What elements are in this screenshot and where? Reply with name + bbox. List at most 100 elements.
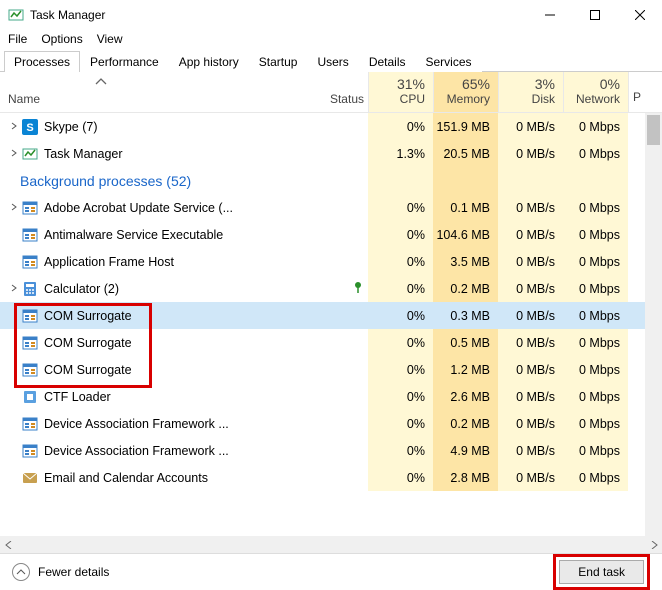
group-header: Background processes (52) bbox=[0, 167, 645, 194]
column-header-p[interactable]: P bbox=[628, 72, 645, 112]
generic-icon bbox=[22, 443, 38, 459]
expand-chevron-icon[interactable] bbox=[6, 282, 22, 296]
leaf-status-icon bbox=[352, 281, 364, 296]
tab-details[interactable]: Details bbox=[359, 51, 416, 72]
fewer-details-label: Fewer details bbox=[38, 565, 109, 579]
taskmgr-icon bbox=[22, 146, 38, 162]
metric-disk: 0 MB/s bbox=[498, 329, 563, 356]
hscroll-left-arrow[interactable] bbox=[0, 536, 17, 553]
process-name: COM Surrogate bbox=[44, 363, 132, 377]
process-list: SSkype (7)0%151.9 MB0 MB/s0 MbpsTask Man… bbox=[0, 113, 662, 543]
process-row[interactable]: SSkype (7)0%151.9 MB0 MB/s0 Mbps bbox=[0, 113, 645, 140]
menu-options[interactable]: Options bbox=[41, 32, 82, 46]
process-row[interactable]: COM Surrogate0%1.2 MB0 MB/s0 Mbps bbox=[0, 356, 645, 383]
minimize-button[interactable] bbox=[527, 0, 572, 30]
disk-label: Disk bbox=[503, 92, 555, 106]
metric-cpu: 0% bbox=[368, 248, 433, 275]
fewer-details-toggle[interactable]: Fewer details bbox=[12, 563, 109, 581]
metric-disk: 0 MB/s bbox=[498, 383, 563, 410]
tab-app-history[interactable]: App history bbox=[169, 51, 249, 72]
ctf-icon bbox=[22, 389, 38, 405]
menubar: File Options View bbox=[0, 30, 662, 50]
generic-icon bbox=[22, 200, 38, 216]
process-row[interactable]: CTF Loader0%2.6 MB0 MB/s0 Mbps bbox=[0, 383, 645, 410]
tab-processes[interactable]: Processes bbox=[4, 51, 80, 72]
tab-startup[interactable]: Startup bbox=[249, 51, 308, 72]
process-row[interactable]: Antimalware Service Executable0%104.6 MB… bbox=[0, 221, 645, 248]
column-header-status-label: Status bbox=[330, 92, 364, 106]
process-name: Calculator (2) bbox=[44, 282, 119, 296]
horizontal-scrollbar[interactable] bbox=[0, 536, 662, 553]
process-name: Device Association Framework ... bbox=[44, 444, 229, 458]
menu-view[interactable]: View bbox=[97, 32, 123, 46]
expand-chevron-icon[interactable] bbox=[6, 201, 22, 215]
menu-file[interactable]: File bbox=[8, 32, 27, 46]
window-title: Task Manager bbox=[30, 8, 527, 22]
column-header-disk[interactable]: 3% Disk bbox=[498, 72, 563, 112]
column-headers: Name Status 31% CPU 65% Memory 3% Disk 0… bbox=[0, 72, 662, 113]
metric-cpu: 0% bbox=[368, 221, 433, 248]
metric-disk: 0 MB/s bbox=[498, 410, 563, 437]
process-name: Skype (7) bbox=[44, 120, 98, 134]
metric-disk: 0 MB/s bbox=[498, 356, 563, 383]
expand-chevron-icon[interactable] bbox=[6, 147, 22, 161]
metric-disk: 0 MB/s bbox=[498, 437, 563, 464]
process-row[interactable]: Application Frame Host0%3.5 MB0 MB/s0 Mb… bbox=[0, 248, 645, 275]
metric-disk: 0 MB/s bbox=[498, 464, 563, 491]
column-header-status[interactable]: Status bbox=[258, 72, 368, 112]
memory-label: Memory bbox=[438, 92, 490, 106]
metric-mem: 0.3 MB bbox=[433, 302, 498, 329]
scrollbar-thumb[interactable] bbox=[647, 115, 660, 145]
close-button[interactable] bbox=[617, 0, 662, 30]
mail-icon bbox=[22, 470, 38, 486]
process-name: COM Surrogate bbox=[44, 309, 132, 323]
titlebar: Task Manager bbox=[0, 0, 662, 30]
process-row[interactable]: Calculator (2)0%0.2 MB0 MB/s0 Mbps bbox=[0, 275, 645, 302]
generic-icon bbox=[22, 227, 38, 243]
process-name: Task Manager bbox=[44, 147, 123, 161]
vertical-scrollbar[interactable] bbox=[645, 113, 662, 543]
process-row[interactable]: COM Surrogate0%0.3 MB0 MB/s0 Mbps bbox=[0, 302, 645, 329]
tab-users[interactable]: Users bbox=[307, 51, 358, 72]
hscroll-right-arrow[interactable] bbox=[645, 536, 662, 553]
cpu-label: CPU bbox=[373, 92, 425, 106]
metric-mem: 2.6 MB bbox=[433, 383, 498, 410]
process-row[interactable]: Device Association Framework ...0%0.2 MB… bbox=[0, 410, 645, 437]
column-header-cpu[interactable]: 31% CPU bbox=[368, 72, 433, 112]
maximize-button[interactable] bbox=[572, 0, 617, 30]
metric-mem: 20.5 MB bbox=[433, 140, 498, 167]
footer: Fewer details End task bbox=[0, 553, 662, 589]
tab-services[interactable]: Services bbox=[416, 51, 482, 72]
metric-cpu: 0% bbox=[368, 329, 433, 356]
column-header-memory[interactable]: 65% Memory bbox=[433, 72, 498, 112]
calc-icon bbox=[22, 281, 38, 297]
process-row[interactable]: Task Manager1.3%20.5 MB0 MB/s0 Mbps bbox=[0, 140, 645, 167]
metric-disk: 0 MB/s bbox=[498, 221, 563, 248]
tab-performance[interactable]: Performance bbox=[80, 51, 169, 72]
sort-indicator-icon bbox=[95, 75, 107, 89]
column-header-name-label: Name bbox=[8, 92, 40, 106]
metric-disk: 0 MB/s bbox=[498, 113, 563, 140]
metric-mem: 3.5 MB bbox=[433, 248, 498, 275]
metric-net: 0 Mbps bbox=[563, 194, 628, 221]
process-row[interactable]: Email and Calendar Accounts0%2.8 MB0 MB/… bbox=[0, 464, 645, 491]
metric-net: 0 Mbps bbox=[563, 410, 628, 437]
annotation-box-end-task: End task bbox=[553, 554, 650, 590]
process-row[interactable]: Device Association Framework ...0%4.9 MB… bbox=[0, 437, 645, 464]
process-row[interactable]: COM Surrogate0%0.5 MB0 MB/s0 Mbps bbox=[0, 329, 645, 356]
metric-net: 0 Mbps bbox=[563, 356, 628, 383]
end-task-button[interactable]: End task bbox=[559, 560, 644, 584]
column-header-network[interactable]: 0% Network bbox=[563, 72, 628, 112]
metric-disk: 0 MB/s bbox=[498, 275, 563, 302]
network-label: Network bbox=[568, 92, 620, 106]
process-name: Email and Calendar Accounts bbox=[44, 471, 208, 485]
metric-net: 0 Mbps bbox=[563, 464, 628, 491]
metric-mem: 0.2 MB bbox=[433, 410, 498, 437]
expand-chevron-icon[interactable] bbox=[6, 120, 22, 134]
metric-net: 0 Mbps bbox=[563, 113, 628, 140]
process-name: Adobe Acrobat Update Service (... bbox=[44, 201, 233, 215]
process-row[interactable]: Adobe Acrobat Update Service (...0%0.1 M… bbox=[0, 194, 645, 221]
column-header-name[interactable]: Name bbox=[0, 72, 258, 112]
generic-icon bbox=[22, 335, 38, 351]
memory-usage-pct: 65% bbox=[438, 76, 490, 92]
